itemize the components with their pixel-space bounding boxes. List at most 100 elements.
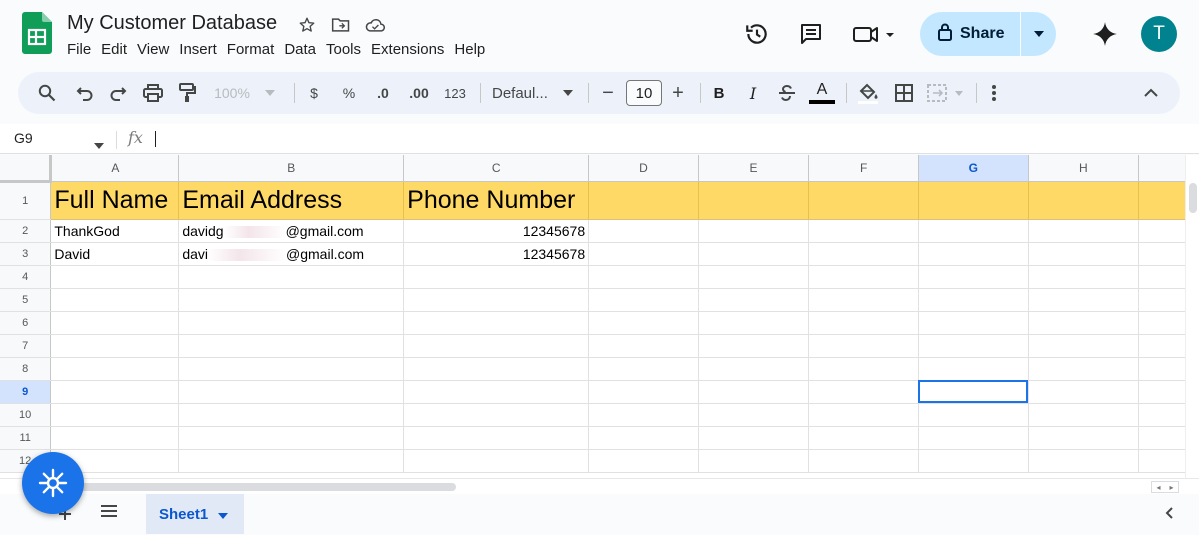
cell[interactable] <box>588 449 699 473</box>
cell-a3[interactable]: David <box>50 242 180 266</box>
cell[interactable] <box>808 265 919 289</box>
menu-file[interactable]: File <box>67 40 99 59</box>
paint-format-icon[interactable] <box>175 80 199 106</box>
gemini-icon[interactable] <box>1087 16 1123 52</box>
cell-b1[interactable]: Email Address <box>178 181 405 220</box>
cell[interactable] <box>1028 288 1140 312</box>
cell[interactable] <box>808 334 919 358</box>
cell-d1[interactable] <box>588 181 699 220</box>
column-header-a[interactable]: A <box>50 155 180 182</box>
name-box[interactable]: G9 <box>14 130 33 146</box>
cell-f2[interactable] <box>808 219 919 243</box>
menu-format[interactable]: Format <box>227 40 283 59</box>
cell[interactable] <box>178 357 405 381</box>
more-formats-button[interactable]: 123 <box>440 80 470 106</box>
row-header-2[interactable]: 2 <box>0 219 52 243</box>
user-avatar[interactable]: T <box>1141 16 1177 52</box>
bold-button[interactable]: B <box>708 80 730 106</box>
cell[interactable] <box>808 426 919 450</box>
cell[interactable] <box>808 380 919 404</box>
cell[interactable] <box>698 449 810 473</box>
star-icon[interactable] <box>296 14 318 36</box>
cell[interactable] <box>808 311 919 335</box>
cell[interactable] <box>403 334 590 358</box>
cell[interactable] <box>178 288 405 312</box>
merge-cells-icon[interactable] <box>926 80 966 106</box>
row-header-7[interactable]: 7 <box>0 334 52 358</box>
vertical-scrollbar[interactable] <box>1185 155 1199 478</box>
decrease-font-size-button[interactable]: − <box>598 80 618 106</box>
collapse-menus-icon[interactable] <box>1140 80 1162 106</box>
cell[interactable] <box>50 288 180 312</box>
row-header-3[interactable]: 3 <box>0 242 52 266</box>
cell[interactable] <box>403 288 590 312</box>
cell-a2[interactable]: ThankGod <box>50 219 180 243</box>
cell[interactable] <box>808 403 919 427</box>
formula-input[interactable] <box>155 131 156 147</box>
font-caret-icon[interactable] <box>562 80 574 106</box>
column-header-f[interactable]: F <box>808 155 919 182</box>
share-dropdown-icon[interactable] <box>1021 12 1056 56</box>
share-button[interactable]: Share <box>920 12 1056 56</box>
cell[interactable] <box>698 357 810 381</box>
column-header-e[interactable]: E <box>698 155 810 182</box>
cell[interactable] <box>50 357 180 381</box>
cell[interactable] <box>698 403 810 427</box>
cell[interactable] <box>178 334 405 358</box>
row-header-6[interactable]: 6 <box>0 311 52 335</box>
spreadsheet-grid[interactable]: A B C D E F G H 1 Full Name Email Addres… <box>0 155 1199 478</box>
cell-h1[interactable] <box>1028 181 1140 220</box>
row-header-11[interactable]: 11 <box>0 426 52 450</box>
zoom-select[interactable]: 100% <box>210 80 254 106</box>
cell[interactable] <box>1028 449 1140 473</box>
increase-decimal-button[interactable]: .00 <box>404 80 434 106</box>
comments-icon[interactable] <box>793 16 829 52</box>
cell[interactable] <box>918 449 1029 473</box>
cell-e2[interactable] <box>698 219 810 243</box>
version-history-icon[interactable] <box>739 16 775 52</box>
move-folder-icon[interactable] <box>330 14 352 36</box>
cell-g1[interactable] <box>918 181 1029 220</box>
cell[interactable] <box>178 265 405 289</box>
menu-insert[interactable]: Insert <box>179 40 225 59</box>
print-icon[interactable] <box>141 80 165 106</box>
row-header-9[interactable]: 9 <box>0 380 52 404</box>
row-header-5[interactable]: 5 <box>0 288 52 312</box>
collapse-side-panel-icon[interactable] <box>1165 506 1173 524</box>
cell[interactable] <box>918 288 1029 312</box>
cell[interactable] <box>178 380 405 404</box>
selected-cell-g9[interactable] <box>918 380 1029 404</box>
column-header-h[interactable]: H <box>1028 155 1140 182</box>
cell[interactable] <box>588 357 699 381</box>
cell[interactable] <box>403 311 590 335</box>
font-family-select[interactable]: Defaul... <box>492 80 558 106</box>
cell[interactable] <box>50 426 180 450</box>
column-header-c[interactable]: C <box>403 155 590 182</box>
cell[interactable] <box>918 426 1029 450</box>
horizontal-scrollbar[interactable]: ◂ ▸ <box>0 478 1199 494</box>
cell[interactable] <box>403 265 590 289</box>
cell-c2[interactable]: 12345678 <box>403 219 590 243</box>
menu-view[interactable]: View <box>137 40 177 59</box>
redo-icon[interactable] <box>107 80 129 106</box>
document-title[interactable]: My Customer Database <box>67 12 277 35</box>
cell[interactable] <box>698 426 810 450</box>
cell-b2[interactable]: davidg @gmail.com <box>178 219 405 243</box>
cell[interactable] <box>918 357 1029 381</box>
all-sheets-icon[interactable] <box>100 504 118 523</box>
font-size-input[interactable]: 10 <box>626 80 662 106</box>
cell[interactable] <box>698 334 810 358</box>
cell[interactable] <box>698 311 810 335</box>
fill-color-icon[interactable] <box>856 80 880 106</box>
cell[interactable] <box>50 311 180 335</box>
column-header-b[interactable]: B <box>178 155 405 182</box>
cell[interactable] <box>918 311 1029 335</box>
meet-icon[interactable] <box>849 16 901 52</box>
vertical-scroll-thumb[interactable] <box>1189 183 1197 213</box>
zoom-caret-icon[interactable] <box>264 80 276 106</box>
search-menus-icon[interactable] <box>36 80 58 106</box>
cell-a1[interactable]: Full Name <box>50 181 180 220</box>
cell[interactable] <box>178 311 405 335</box>
sheet-tab-caret-icon[interactable] <box>218 506 229 523</box>
cell-h3[interactable] <box>1028 242 1140 266</box>
